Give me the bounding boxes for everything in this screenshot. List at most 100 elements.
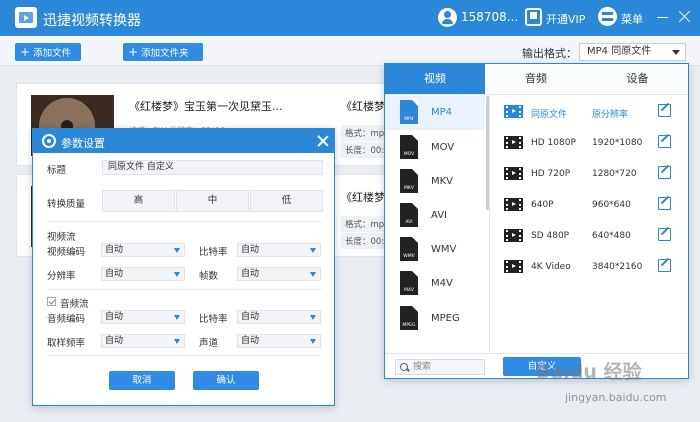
audio-bitrate-value: 自动 bbox=[241, 312, 260, 322]
samplerate-label: 取样频率 bbox=[47, 338, 86, 349]
menu-button[interactable]: 菜单 bbox=[621, 11, 643, 27]
edit-icon[interactable] bbox=[658, 228, 671, 241]
audio-codec-select[interactable]: 自动 bbox=[101, 310, 185, 324]
format-item-avi[interactable]: AVI AVI bbox=[385, 199, 485, 233]
file-icon: WMV bbox=[400, 237, 418, 261]
format-panel: 视频 音频 设备 MP4 MP4 MOV MOV MKV MKV AVI AVI WMV… bbox=[384, 63, 689, 379]
quality-row[interactable]: HD 720P 1280*720 bbox=[495, 159, 680, 189]
settings-icon bbox=[42, 134, 56, 148]
audio-bitrate-select[interactable]: 自动 bbox=[237, 310, 321, 324]
framerate-value: 自动 bbox=[241, 269, 260, 279]
vip-icon[interactable] bbox=[525, 8, 542, 26]
resolution-select[interactable]: 自动 bbox=[101, 267, 185, 281]
format-item-wmv[interactable]: WMV WMV bbox=[385, 233, 485, 267]
close-window-icon[interactable] bbox=[679, 11, 690, 22]
output-format: 格式：mp4 bbox=[341, 216, 387, 232]
title-input[interactable]: 同原文件 自定义 bbox=[102, 160, 323, 175]
output-duration: 长度：00:0 bbox=[341, 142, 387, 158]
film-icon bbox=[504, 167, 523, 180]
quality-row[interactable]: 640P 960*640 bbox=[495, 190, 680, 220]
audio-codec-value: 自动 bbox=[105, 312, 124, 322]
watermark-logo: Baidu 经验 bbox=[536, 361, 642, 383]
channel-label: 声道 bbox=[199, 338, 219, 349]
edit-icon[interactable] bbox=[658, 197, 671, 210]
dropdown-arrow-icon bbox=[174, 315, 180, 320]
divider bbox=[47, 289, 322, 290]
quality-row[interactable]: HD 1080P 1920*1080 bbox=[495, 128, 680, 158]
dropdown-arrow-icon bbox=[174, 272, 180, 277]
tab-audio[interactable]: 音频 bbox=[485, 64, 587, 94]
video-codec-select[interactable]: 自动 bbox=[101, 243, 185, 257]
video-codec-label: 视频编码 bbox=[47, 247, 86, 258]
audio-codec-label: 音频编码 bbox=[47, 314, 86, 325]
plus-icon: + bbox=[20, 45, 31, 59]
vip-button[interactable]: 开通VIP bbox=[546, 11, 585, 27]
user-avatar-icon[interactable] bbox=[438, 8, 457, 27]
video-bitrate-select[interactable]: 自动 bbox=[237, 243, 321, 257]
output-format-select[interactable]: MP4 同原文件 bbox=[579, 43, 686, 61]
edit-icon[interactable] bbox=[658, 104, 671, 117]
file-icon: MPEG bbox=[400, 306, 418, 330]
edit-icon[interactable] bbox=[658, 135, 671, 148]
channel-value: 自动 bbox=[241, 336, 260, 346]
film-icon bbox=[504, 198, 523, 211]
dropdown-arrow-icon bbox=[310, 272, 316, 277]
audio-section-title: 音频流 bbox=[60, 299, 89, 310]
dropdown-arrow-icon bbox=[310, 248, 316, 253]
video-bitrate-value: 自动 bbox=[241, 245, 260, 255]
quality-high-button[interactable]: 高 bbox=[102, 190, 175, 212]
resolution-value: 自动 bbox=[105, 269, 124, 279]
dropdown-arrow-icon bbox=[310, 339, 316, 344]
framerate-label: 帧数 bbox=[199, 271, 219, 282]
tab-video[interactable]: 视频 bbox=[385, 64, 485, 94]
film-icon bbox=[504, 136, 523, 149]
audio-bitrate-label: 比特率 bbox=[199, 314, 228, 325]
video-section-title: 视频流 bbox=[47, 232, 76, 243]
minimize-icon[interactable] bbox=[657, 11, 668, 22]
quality-medium-button[interactable]: 中 bbox=[176, 190, 249, 212]
edit-icon[interactable] bbox=[658, 166, 671, 179]
add-folder-button[interactable]: + 添加文件夹 bbox=[123, 43, 203, 61]
edit-icon[interactable] bbox=[658, 259, 671, 272]
dropdown-arrow-icon bbox=[174, 339, 180, 344]
quality-low-button[interactable]: 低 bbox=[250, 190, 323, 212]
samplerate-value: 自动 bbox=[105, 336, 124, 346]
add-file-button[interactable]: + 添加文件 bbox=[15, 43, 81, 61]
quality-row[interactable]: 4K Video 3840*2160 bbox=[495, 252, 680, 282]
scrollbar[interactable] bbox=[486, 96, 489, 210]
film-icon bbox=[504, 260, 523, 273]
audio-stream-checkbox[interactable] bbox=[47, 297, 56, 306]
format-item-mkv[interactable]: MKV MKV bbox=[385, 165, 485, 199]
quality-row[interactable]: 同原文件 原分辨率 bbox=[495, 97, 680, 127]
tab-device[interactable]: 设备 bbox=[587, 64, 688, 94]
output-name: 《红楼梦 bbox=[341, 191, 385, 204]
dropdown-arrow-icon bbox=[174, 248, 180, 253]
format-item-mp4[interactable]: MP4 MP4 bbox=[385, 96, 485, 130]
samplerate-select[interactable]: 自动 bbox=[101, 334, 185, 348]
framerate-select[interactable]: 自动 bbox=[237, 267, 321, 281]
cancel-button[interactable]: 取消 bbox=[109, 371, 175, 390]
format-item-m4v[interactable]: M4V M4V bbox=[385, 267, 485, 301]
confirm-button[interactable]: 确认 bbox=[193, 371, 259, 390]
app-logo-icon bbox=[15, 7, 37, 28]
divider bbox=[47, 221, 322, 222]
file-icon: MP4 bbox=[400, 100, 418, 124]
output-format-value: MP4 同原文件 bbox=[587, 46, 652, 57]
quality-row[interactable]: SD 480P 640*480 bbox=[495, 221, 680, 251]
user-name[interactable]: 158708... bbox=[461, 10, 518, 24]
resolution-label: 分辨率 bbox=[47, 271, 76, 282]
format-item-mpeg[interactable]: MPEG MPEG bbox=[385, 302, 485, 336]
menu-icon[interactable] bbox=[598, 7, 617, 26]
file-icon: MOV bbox=[400, 135, 418, 159]
close-icon[interactable] bbox=[317, 135, 329, 147]
add-file-label: 添加文件 bbox=[33, 48, 72, 59]
file-icon: MKV bbox=[400, 169, 418, 193]
file-icon: AVI bbox=[400, 203, 418, 227]
search-input[interactable]: 搜索 bbox=[395, 359, 485, 375]
channel-select[interactable]: 自动 bbox=[237, 334, 321, 348]
parameter-settings-dialog: 参数设置 标题 同原文件 自定义 转换质量 高 中 低 视频流 视频编码 自动 … bbox=[32, 128, 335, 406]
output-duration: 长度：00:0 bbox=[341, 233, 387, 249]
video-bitrate-label: 比特率 bbox=[199, 247, 228, 258]
format-item-mov[interactable]: MOV MOV bbox=[385, 131, 485, 165]
divider bbox=[47, 355, 322, 356]
